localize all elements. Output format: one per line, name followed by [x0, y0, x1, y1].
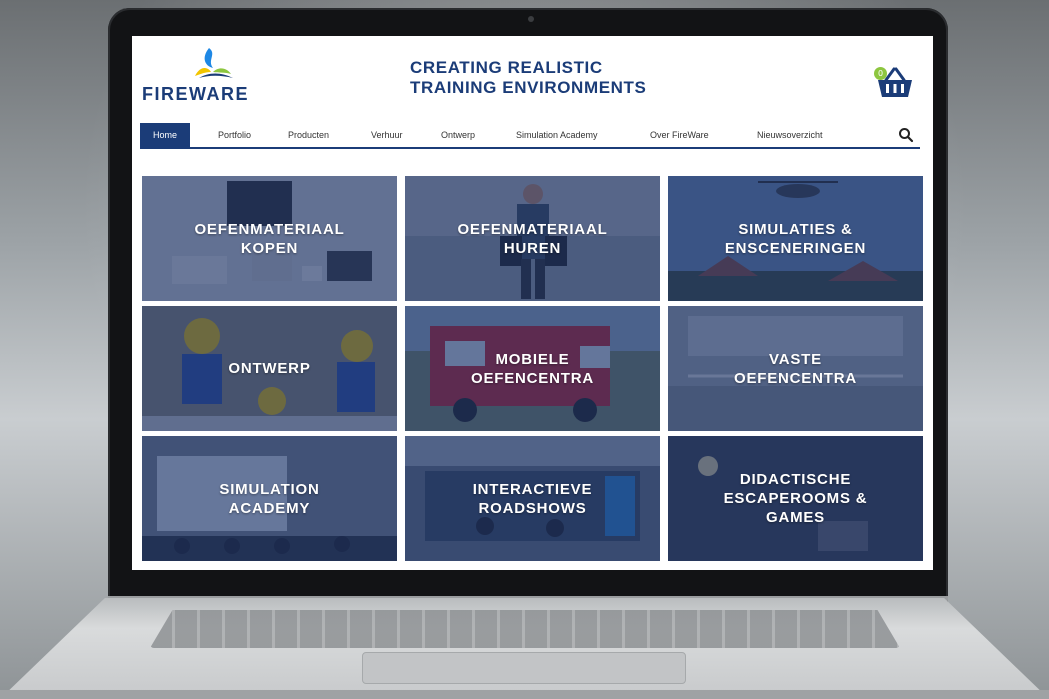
- site-tagline: CREATING REALISTIC TRAINING ENVIRONMENTS: [410, 58, 646, 98]
- tile-simulation-academy[interactable]: SIMULATION ACADEMY: [142, 436, 397, 561]
- laptop-keyboard: [150, 610, 900, 648]
- tile-didactische-escaperooms-games[interactable]: DIDACTISCHE ESCAPEROOMS & GAMES: [668, 436, 923, 561]
- nav-item-home[interactable]: Home: [140, 123, 191, 147]
- tile-label: OEFENMATERIAAL KOPEN: [194, 220, 345, 257]
- shopping-cart-button[interactable]: 0: [872, 66, 918, 100]
- nav-item-verhuur[interactable]: Verhuur: [371, 123, 403, 147]
- tile-label: INTERACTIEVE ROADSHOWS: [472, 480, 593, 517]
- nav-item-simulation-academy[interactable]: Simulation Academy: [516, 123, 598, 147]
- nav-item-ontwerp[interactable]: Ontwerp: [441, 123, 475, 147]
- tile-simulaties-ensceneringen[interactable]: SIMULATIES & ENSCENERINGEN: [668, 176, 923, 301]
- tile-label: VASTE OEFENCENTRA: [734, 350, 857, 387]
- tile-vaste-oefencentra[interactable]: VASTE OEFENCENTRA: [668, 306, 923, 431]
- search-icon[interactable]: [898, 127, 914, 143]
- nav-item-portfolio[interactable]: Portfolio: [218, 123, 251, 147]
- tile-oefenmateriaal-kopen[interactable]: OEFENMATERIAAL KOPEN: [142, 176, 397, 301]
- nav-item-producten[interactable]: Producten: [288, 123, 329, 147]
- tagline-line-1: CREATING REALISTIC: [410, 58, 603, 77]
- webcam: [528, 16, 534, 22]
- tile-label: SIMULATIES & ENSCENERINGEN: [724, 220, 867, 257]
- tile-label: DIDACTISCHE ESCAPEROOMS & GAMES: [723, 471, 868, 526]
- tile-label: SIMULATION ACADEMY: [219, 480, 320, 517]
- brand-name: FIREWARE: [142, 84, 250, 104]
- main-navigation: Home Portfolio Producten Verhuur Ontwerp…: [140, 123, 920, 149]
- website-screen: FIREWARE CREATING REALISTIC TRAINING ENV…: [132, 36, 933, 570]
- tile-ontwerp[interactable]: ONTWERP: [142, 306, 397, 431]
- tile-label: ONTWERP: [228, 360, 311, 377]
- flame-logo-icon: [195, 48, 233, 78]
- nav-item-over-fireware[interactable]: Over FireWare: [650, 123, 709, 147]
- laptop-trackpad: [362, 652, 686, 684]
- tile-label: OEFENMATERIAAL HUREN: [457, 220, 608, 257]
- cart-count-badge: 0: [874, 67, 887, 80]
- fireware-logo[interactable]: FIREWARE: [142, 44, 282, 104]
- laptop-base-edge: [0, 690, 1049, 699]
- tile-oefenmateriaal-huren[interactable]: OEFENMATERIAAL HUREN: [405, 176, 660, 301]
- tile-interactieve-roadshows[interactable]: INTERACTIEVE ROADSHOWS: [405, 436, 660, 561]
- nav-item-nieuwsoverzicht[interactable]: Nieuwsoverzicht: [757, 123, 823, 147]
- tile-label: MOBIELE OEFENCENTRA: [471, 350, 594, 387]
- tile-mobiele-oefencentra[interactable]: MOBIELE OEFENCENTRA: [405, 306, 660, 431]
- tagline-line-2: TRAINING ENVIRONMENTS: [410, 78, 647, 97]
